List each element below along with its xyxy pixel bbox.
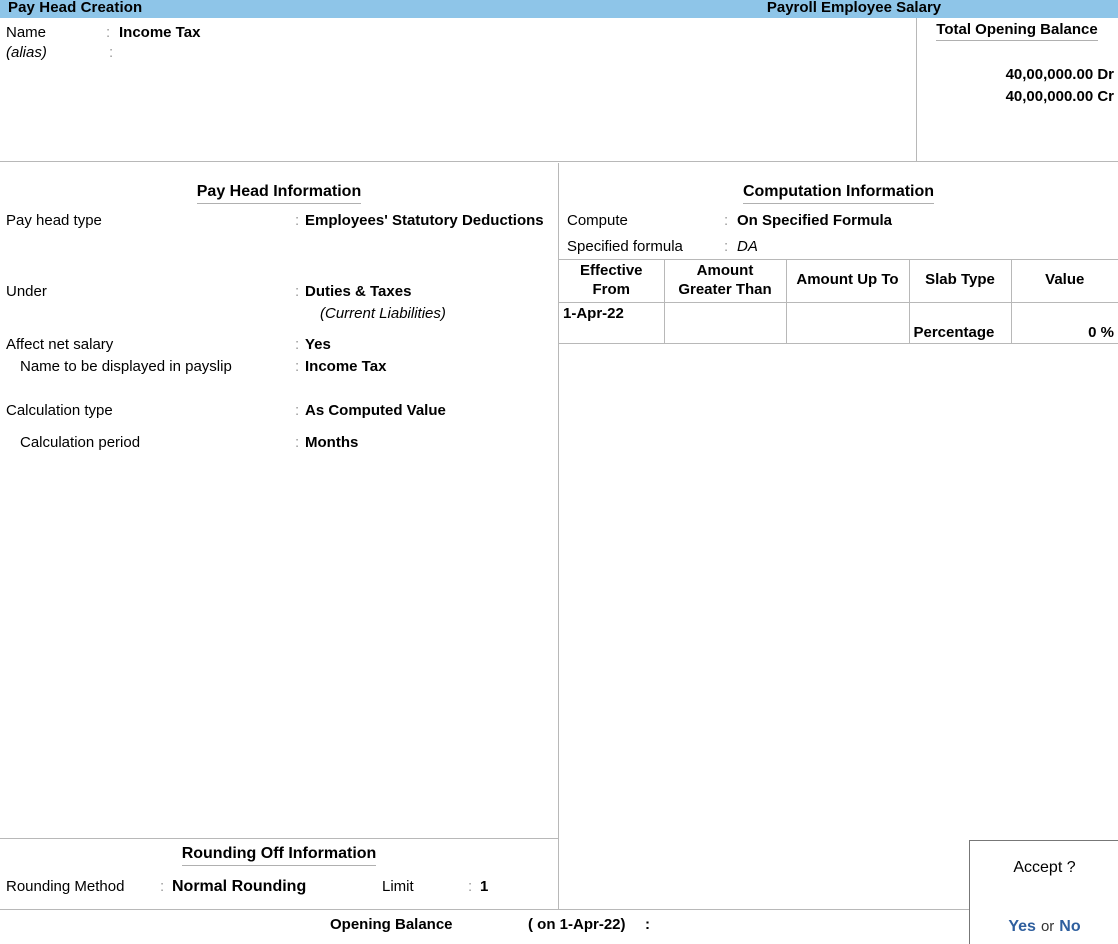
- cell-amount-up-to[interactable]: [786, 302, 910, 344]
- total-opening-balance-debit: 40,00,000.00 Dr: [1005, 66, 1114, 83]
- opening-balance-label: Opening Balance: [330, 916, 453, 933]
- alias-colon: :: [109, 44, 114, 61]
- compute-value[interactable]: On Specified Formula: [737, 212, 892, 229]
- col-amount-up-to: Amount Up To: [786, 259, 910, 303]
- pay-head-information-title: Pay Head Information: [0, 183, 558, 204]
- footer-top-divider: [0, 909, 1118, 910]
- rounding-limit-label: Limit: [382, 878, 414, 895]
- cell-slab-type[interactable]: Percentage: [909, 302, 1012, 344]
- rounding-off-information-title: Rounding Off Information: [0, 845, 558, 866]
- rounding-method-value[interactable]: Normal Rounding: [172, 878, 306, 896]
- field-compute[interactable]: Compute : On Specified Formula: [559, 212, 1118, 232]
- accept-dialog-actions: Yes or No: [970, 918, 1118, 936]
- header-horizontal-divider: [0, 161, 1118, 162]
- field-specified-formula[interactable]: Specified formula : DA: [559, 238, 1118, 258]
- col-amount-greater-than-line1: Amount: [696, 262, 754, 279]
- col-slab-type-text: Slab Type: [925, 271, 995, 289]
- total-opening-balance-credit: 40,00,000.00 Cr: [1005, 88, 1114, 105]
- col-amount-greater-than-line2: Greater Than: [678, 280, 772, 298]
- table-row[interactable]: 1-Apr-22 Percentage 0 %: [559, 302, 1118, 344]
- payslip-display-name-label: Name to be displayed in payslip: [20, 358, 232, 375]
- field-calculation-period[interactable]: Calculation period : Months: [0, 434, 558, 454]
- calculation-period-value[interactable]: Months: [305, 434, 358, 451]
- rounding-off-information-title-text: Rounding Off Information: [181, 845, 377, 866]
- affect-net-salary-label: Affect net salary: [6, 336, 114, 353]
- affect-net-salary-value[interactable]: Yes: [305, 336, 331, 353]
- col-effective-from-line1: Effective: [579, 262, 643, 279]
- header-vertical-divider: [916, 18, 917, 162]
- under-parent-group-hint: (Current Liabilities): [0, 305, 558, 325]
- col-effective-from: Effective From: [559, 259, 665, 303]
- tally-pay-head-creation-screen: Pay Head Creation Payroll Employee Salar…: [0, 0, 1118, 944]
- rounding-method-colon: :: [160, 878, 165, 895]
- specified-formula-label: Specified formula: [567, 238, 683, 255]
- pay-head-type-label: Pay head type: [6, 212, 102, 229]
- rounding-limit-colon: :: [468, 878, 473, 895]
- accept-yes-button[interactable]: Yes: [1008, 918, 1036, 935]
- slab-table: Effective From Amount Greater Than Amoun…: [559, 259, 1118, 344]
- compute-colon: :: [724, 212, 729, 229]
- pay-head-information-title-text: Pay Head Information: [196, 183, 362, 204]
- slab-table-header-row: Effective From Amount Greater Than Amoun…: [559, 259, 1118, 303]
- payslip-display-name-colon: :: [295, 358, 300, 375]
- window-titlebar: Pay Head Creation Payroll Employee Salar…: [0, 0, 1118, 18]
- slab-table-body: 1-Apr-22 Percentage 0 %: [559, 302, 1118, 344]
- calculation-period-label: Calculation period: [20, 434, 141, 451]
- col-effective-from-line2: From: [592, 280, 631, 298]
- computation-information-title-text: Computation Information: [742, 183, 935, 204]
- total-opening-balance-title: Total Opening Balance: [916, 21, 1118, 41]
- cell-amount-greater-than[interactable]: [664, 302, 787, 344]
- computation-information-title: Computation Information: [559, 183, 1118, 204]
- slab-table-head: Effective From Amount Greater Than Amoun…: [559, 259, 1118, 303]
- total-opening-balance-title-text: Total Opening Balance: [936, 21, 1098, 41]
- field-affect-net-salary[interactable]: Affect net salary : Yes: [0, 336, 558, 356]
- calculation-type-colon: :: [295, 402, 300, 419]
- field-under[interactable]: Under : Duties & Taxes: [0, 283, 558, 303]
- accept-dialog: Accept ? Yes or No: [969, 840, 1118, 944]
- rounding-section-top-divider: [0, 838, 558, 839]
- name-input[interactable]: Income Tax: [119, 24, 200, 41]
- specified-formula-value[interactable]: DA: [737, 238, 758, 255]
- opening-balance-colon: :: [645, 916, 650, 933]
- field-calculation-type[interactable]: Calculation type : As Computed Value: [0, 402, 558, 422]
- calculation-type-value[interactable]: As Computed Value: [305, 402, 446, 419]
- calculation-type-label: Calculation type: [6, 402, 113, 419]
- under-parent-group-text: (Current Liabilities): [320, 305, 446, 322]
- field-rounding-method[interactable]: Rounding Method : Normal Rounding Limit …: [0, 878, 558, 898]
- header-band: Name : Income Tax (alias) : Total Openin…: [0, 18, 1118, 162]
- under-label: Under: [6, 283, 47, 300]
- slab-table-element: Effective From Amount Greater Than Amoun…: [559, 259, 1118, 344]
- name-label: Name: [6, 24, 47, 41]
- accept-dialog-title: Accept ?: [1013, 859, 1076, 876]
- cell-effective-from[interactable]: 1-Apr-22: [559, 302, 665, 344]
- opening-balance-footer: Opening Balance ( on 1-Apr-22) :: [0, 913, 1118, 944]
- accept-or-label: or: [1040, 918, 1055, 935]
- pay-head-type-value[interactable]: Employees' Statutory Deductions: [305, 212, 544, 229]
- rounding-method-label: Rounding Method: [6, 878, 125, 895]
- specified-formula-colon: :: [724, 238, 729, 255]
- col-slab-type: Slab Type: [909, 259, 1012, 303]
- col-value: Value: [1011, 259, 1118, 303]
- under-value[interactable]: Duties & Taxes: [305, 283, 411, 300]
- affect-net-salary-colon: :: [295, 336, 300, 353]
- opening-balance-date: ( on 1-Apr-22): [528, 916, 626, 933]
- pay-head-type-colon: :: [295, 212, 300, 229]
- company-name-label: Payroll Employee Salary: [766, 0, 942, 16]
- field-payslip-display-name[interactable]: Name to be displayed in payslip : Income…: [0, 358, 558, 378]
- under-colon: :: [295, 283, 300, 300]
- accept-no-button[interactable]: No: [1059, 918, 1080, 935]
- name-colon: :: [106, 24, 111, 41]
- payslip-display-name-value[interactable]: Income Tax: [305, 358, 386, 375]
- cell-value[interactable]: 0 %: [1011, 302, 1118, 344]
- alias-label: (alias): [6, 44, 47, 61]
- window-title-right: Payroll Employee Salary: [0, 0, 1118, 16]
- calculation-period-colon: :: [295, 434, 300, 451]
- compute-label: Compute: [567, 212, 628, 229]
- col-amount-greater-than: Amount Greater Than: [664, 259, 787, 303]
- field-pay-head-type[interactable]: Pay head type : Employees' Statutory Ded…: [0, 212, 558, 232]
- col-value-text: Value: [1045, 271, 1085, 289]
- col-amount-up-to-text: Amount Up To: [796, 271, 899, 289]
- rounding-limit-value[interactable]: 1: [480, 878, 488, 895]
